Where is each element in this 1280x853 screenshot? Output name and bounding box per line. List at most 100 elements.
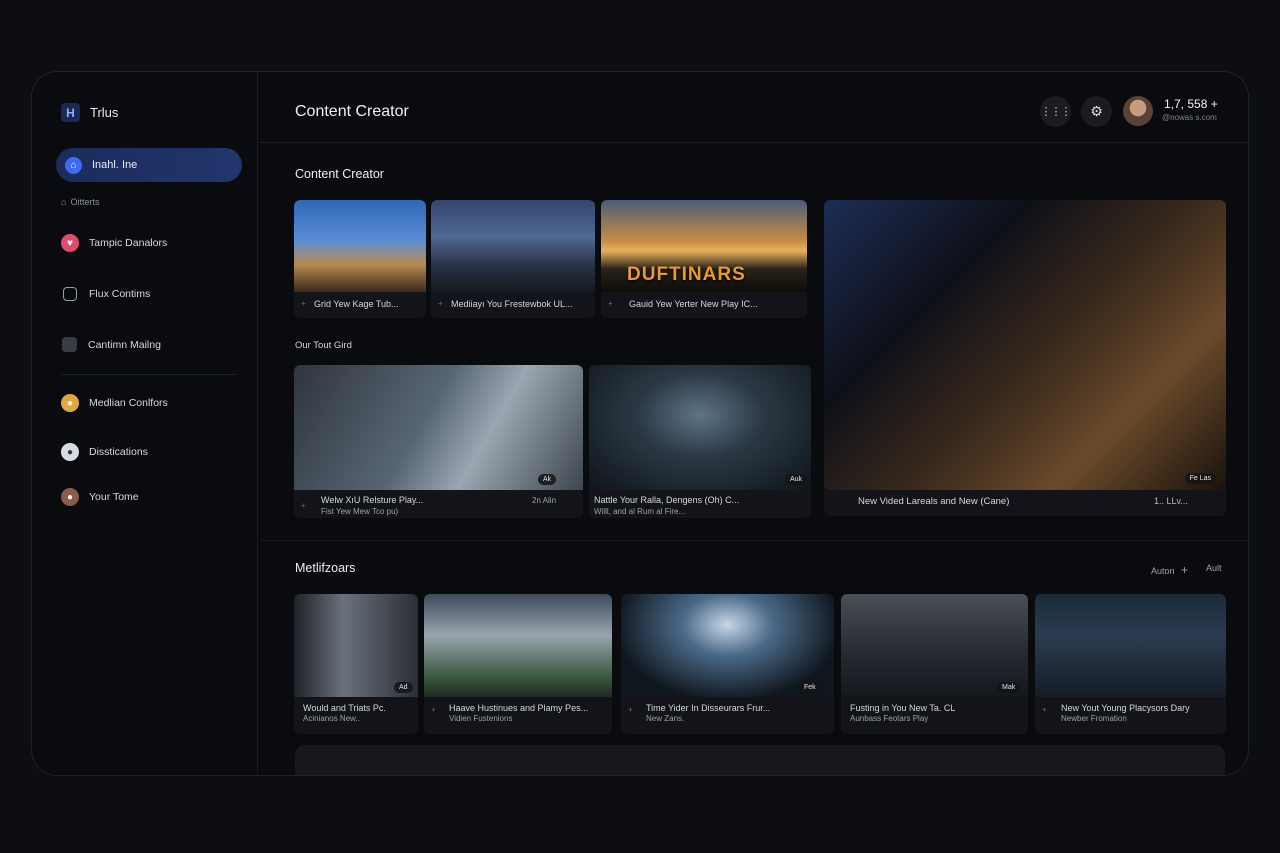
- video-thumbnail: [424, 594, 612, 697]
- video-caption: Haave Hustinues and Plamy Pes...: [449, 703, 589, 713]
- add-icon: +: [301, 501, 306, 510]
- add-icon: +: [608, 299, 613, 308]
- video-card[interactable]: Auk Nattle Your Ralla, Dengens (Oh) C...…: [589, 365, 811, 518]
- video-caption: Fusting in You New Ta. CL: [850, 703, 956, 713]
- duration-badge: Mak: [997, 682, 1021, 693]
- page-title: Content Creator: [295, 103, 409, 120]
- account-email: @nowas s.com: [1162, 113, 1217, 122]
- duration-badge: Ad: [394, 682, 413, 693]
- video-thumbnail: [431, 200, 595, 292]
- sidebar-item-5[interactable]: ● Disstications: [61, 443, 148, 461]
- video-thumbnail: [589, 365, 811, 490]
- brand-name: Trlus: [90, 105, 119, 120]
- video-subcaption: Vidien Fustenions: [449, 714, 513, 723]
- sidebar: H Trlus ⌂ Inahl. Ine ⌂ Oitterts ♥ Tampic…: [32, 72, 258, 775]
- home-small-icon: ⌂: [61, 197, 67, 207]
- ault-button[interactable]: Ault: [1206, 563, 1222, 573]
- video-subcaption: Fist Yew Mew Tco pu): [321, 507, 399, 516]
- subheading: Our Tout Gird: [295, 340, 352, 351]
- brand[interactable]: H Trlus: [61, 103, 118, 122]
- video-card[interactable]: + Haave Hustinues and Plamy Pes... Vidie…: [424, 594, 612, 734]
- home-icon: ⌂: [65, 156, 82, 174]
- video-thumbnail: [294, 200, 426, 292]
- main-content: Content Creator ⋮⋮⋮ ⚙ 1,7, 558 + @nowas …: [259, 72, 1248, 775]
- plus-icon: +: [1181, 563, 1189, 577]
- section-title: Content Creator: [295, 167, 384, 181]
- bottom-panel: [295, 745, 1225, 775]
- video-card[interactable]: + New Yout Young Placysors Dary Newber F…: [1035, 594, 1226, 734]
- video-subcaption: Willl, and al Rum al Fire...: [594, 507, 686, 516]
- add-icon: +: [628, 705, 633, 714]
- sidebar-item-6[interactable]: ● Your Tome: [61, 488, 139, 506]
- grid-icon: [63, 287, 77, 301]
- duration-badge: Ak: [538, 474, 557, 485]
- video-subcaption: New Zans.: [646, 714, 685, 723]
- video-thumbnail: [1035, 594, 1226, 697]
- featured-video-card[interactable]: Fe Las New Vided Lareals and New (Cane) …: [824, 200, 1226, 516]
- sidebar-item-label: Disstications: [89, 446, 148, 458]
- section-label-text: Oitterts: [70, 197, 100, 207]
- sidebar-item-label: Your Tome: [89, 491, 139, 503]
- thumbnail-overlay-title: DUFTINARS: [627, 264, 746, 285]
- video-caption: Time Yider In Disseurars Frur...: [646, 703, 771, 713]
- video-card[interactable]: Ad Would and Triats Pc. Acinianos New..: [294, 594, 418, 734]
- sidebar-section-label: ⌂ Oitterts: [61, 197, 99, 207]
- avatar-icon: ●: [61, 488, 79, 506]
- sidebar-item-label: Tampic Danalors: [89, 237, 168, 249]
- sidebar-item-label: Cantimn Mailng: [88, 338, 161, 351]
- section-divider: [259, 540, 1248, 541]
- sidebar-item-label: Flux Contims: [89, 288, 151, 300]
- video-caption: Gauid Yew Yerter New Play IC...: [629, 299, 758, 309]
- video-caption: New Yout Young Placysors Dary: [1061, 703, 1190, 713]
- video-card[interactable]: Mak Fusting in You New Ta. CL Aunbass Fe…: [841, 594, 1028, 734]
- box-icon: [62, 337, 77, 352]
- duration-badge: Fek: [799, 682, 821, 693]
- settings-button[interactable]: ⚙: [1081, 96, 1112, 127]
- duration-badge: Auk: [785, 474, 808, 485]
- video-subcaption: Acinianos New..: [303, 714, 360, 723]
- sidebar-item-1[interactable]: ♥ Tampic Danalors: [61, 234, 167, 252]
- video-thumbnail: [294, 365, 583, 490]
- video-card[interactable]: Fek + Time Yider In Disseurars Frur... N…: [621, 594, 834, 734]
- add-icon: +: [301, 299, 306, 308]
- video-caption: Mediiayı You Frestewbok UL...: [451, 299, 573, 309]
- video-caption: Nattle Your Ralla, Dengens (Oh) C...: [594, 495, 740, 505]
- video-caption: New Vided Lareals and New (Cane): [858, 496, 1010, 507]
- video-card[interactable]: + Mediiayı You Frestewbok UL...: [431, 200, 595, 318]
- video-subcaption: Aunbass Feotars Play: [850, 714, 929, 723]
- video-meta: 1.. LLv...: [1154, 496, 1188, 506]
- account-number: 1,7, 558 +: [1164, 97, 1218, 111]
- app-window: H Trlus ⌂ Inahl. Ine ⌂ Oitterts ♥ Tampic…: [31, 71, 1249, 776]
- video-card[interactable]: DUFTINARS + Gauid Yew Yerter New Play IC…: [601, 200, 807, 318]
- brand-logo-icon: H: [61, 103, 80, 122]
- video-caption: Would and Triats Pc.: [303, 703, 386, 713]
- section-title: Metlifzoars: [295, 561, 356, 575]
- avatar-icon: ●: [61, 443, 79, 461]
- sidebar-divider: [61, 374, 237, 375]
- duration-badge: Fe Las: [1184, 473, 1216, 484]
- heart-icon: ♥: [61, 234, 79, 252]
- sidebar-item-label: Medlian Conlfors: [89, 397, 168, 409]
- action-label: Auton: [1151, 566, 1175, 576]
- video-subcaption: Newber Fromation: [1061, 714, 1127, 723]
- add-icon: +: [438, 299, 443, 308]
- video-caption: Grid Yew Kage Tub...: [314, 299, 399, 309]
- sidebar-item-2[interactable]: Flux Contims: [61, 285, 150, 303]
- sidebar-item-4[interactable]: ● Medlian Conlfors: [61, 394, 168, 412]
- video-caption: Welw XıU Relsture Play...: [321, 495, 424, 505]
- sidebar-item-label: Inahl. Ine: [92, 159, 138, 171]
- sidebar-item-active[interactable]: ⌂ Inahl. Ine: [56, 148, 242, 182]
- video-thumbnail: [824, 200, 1226, 490]
- sidebar-item-3[interactable]: Cantimn Mailng: [61, 336, 161, 353]
- auton-button[interactable]: Auton +: [1151, 563, 1188, 577]
- video-card[interactable]: Ak + Welw XıU Relsture Play... Fist Yew …: [294, 365, 583, 518]
- add-icon: +: [1042, 705, 1047, 714]
- add-icon: +: [431, 705, 436, 714]
- gear-icon: ⚙: [1090, 103, 1103, 119]
- avatar-icon: ●: [61, 394, 79, 412]
- apps-grid-button[interactable]: ⋮⋮⋮: [1040, 96, 1072, 127]
- video-card[interactable]: + Grid Yew Kage Tub...: [294, 200, 426, 318]
- header: Content Creator ⋮⋮⋮ ⚙ 1,7, 558 + @nowas …: [259, 72, 1248, 143]
- video-meta: 2n Alin: [532, 496, 557, 505]
- avatar[interactable]: [1123, 96, 1153, 126]
